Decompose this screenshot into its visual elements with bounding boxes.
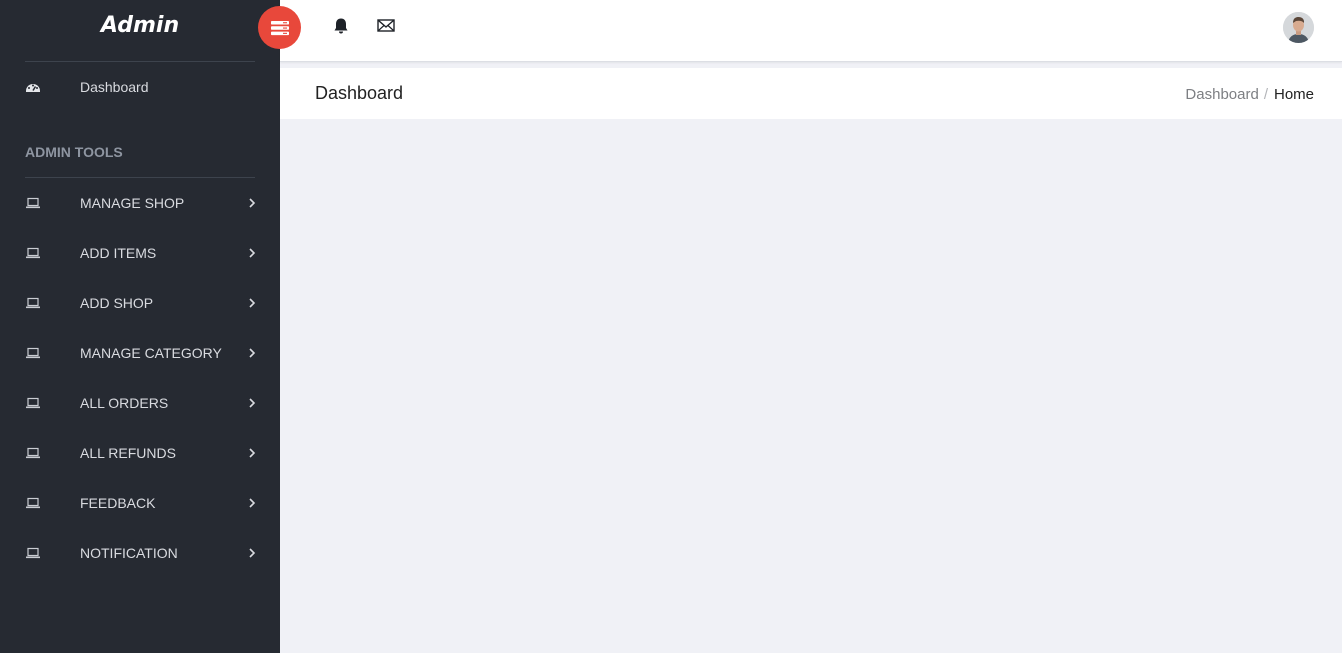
menu-toggle-icon bbox=[270, 20, 289, 35]
section-divider bbox=[25, 177, 255, 178]
breadcrumb: Dashboard / Home bbox=[1185, 86, 1314, 103]
main-content bbox=[280, 119, 1342, 653]
top-navbar bbox=[280, 0, 1342, 62]
envelope-icon[interactable] bbox=[376, 16, 396, 36]
page-title: Dashboard bbox=[315, 83, 404, 103]
sidebar-item-label: ALL ORDERS bbox=[80, 395, 169, 411]
sidebar-item-manage-category[interactable]: MANAGE CATEGORY bbox=[0, 338, 280, 368]
sidebar-item-label: NOTIFICATION bbox=[80, 545, 178, 561]
sidebar-item-notification[interactable]: NOTIFICATION bbox=[0, 538, 280, 568]
sidebar-item-add-items[interactable]: ADD ITEMS bbox=[0, 238, 280, 268]
sidebar-item-all-refunds[interactable]: ALL REFUNDS bbox=[0, 438, 280, 468]
breadcrumb-separator: / bbox=[1263, 86, 1268, 103]
sidebar-item-label: FEEDBACK bbox=[80, 495, 156, 511]
sidebar-item-feedback[interactable]: FEEDBACK bbox=[0, 488, 280, 518]
chevron-right-icon bbox=[249, 448, 256, 458]
bell-icon[interactable] bbox=[331, 16, 351, 36]
laptop-icon bbox=[26, 297, 40, 309]
breadcrumb-current: Home bbox=[1273, 86, 1314, 103]
laptop-icon bbox=[26, 497, 40, 509]
sidebar-item-label: ALL REFUNDS bbox=[80, 445, 176, 461]
laptop-icon bbox=[26, 197, 40, 209]
avatar-image bbox=[1283, 12, 1314, 43]
laptop-icon bbox=[26, 347, 40, 359]
chevron-right-icon bbox=[249, 298, 256, 308]
chevron-right-icon bbox=[249, 498, 256, 508]
laptop-icon bbox=[26, 447, 40, 459]
brand-title[interactable]: Admin bbox=[25, 13, 255, 38]
user-avatar[interactable] bbox=[1283, 12, 1314, 43]
sidebar: Admin Dashboard ADMIN TOOLS MANAGE SHOP … bbox=[0, 0, 280, 653]
breadcrumb-dashboard-link[interactable]: Dashboard bbox=[1185, 86, 1258, 103]
dashboard-gauge-icon bbox=[26, 84, 40, 92]
laptop-icon bbox=[26, 547, 40, 559]
section-title-admin-tools: ADMIN TOOLS bbox=[25, 144, 123, 160]
chevron-right-icon bbox=[249, 548, 256, 558]
brand: Admin bbox=[25, 0, 255, 62]
sidebar-item-label: MANAGE SHOP bbox=[80, 195, 185, 211]
sidebar-item-label: ADD SHOP bbox=[80, 295, 154, 311]
sidebar-item-add-shop[interactable]: ADD SHOP bbox=[0, 288, 280, 318]
sidebar-item-label: ADD ITEMS bbox=[80, 245, 157, 261]
page-header: Dashboard Dashboard / Home bbox=[280, 68, 1342, 119]
sidebar-item-label: MANAGE CATEGORY bbox=[80, 345, 222, 361]
chevron-right-icon bbox=[249, 398, 256, 408]
chevron-right-icon bbox=[249, 198, 256, 208]
sidebar-toggle-button[interactable] bbox=[258, 6, 301, 49]
laptop-icon bbox=[26, 397, 40, 409]
sidebar-item-dashboard[interactable]: Dashboard bbox=[0, 72, 280, 102]
sidebar-item-all-orders[interactable]: ALL ORDERS bbox=[0, 388, 280, 418]
chevron-right-icon bbox=[249, 348, 256, 358]
chevron-right-icon bbox=[249, 248, 256, 258]
sidebar-item-label: Dashboard bbox=[80, 79, 149, 95]
laptop-icon bbox=[26, 247, 40, 259]
sidebar-item-manage-shop[interactable]: MANAGE SHOP bbox=[0, 188, 280, 218]
